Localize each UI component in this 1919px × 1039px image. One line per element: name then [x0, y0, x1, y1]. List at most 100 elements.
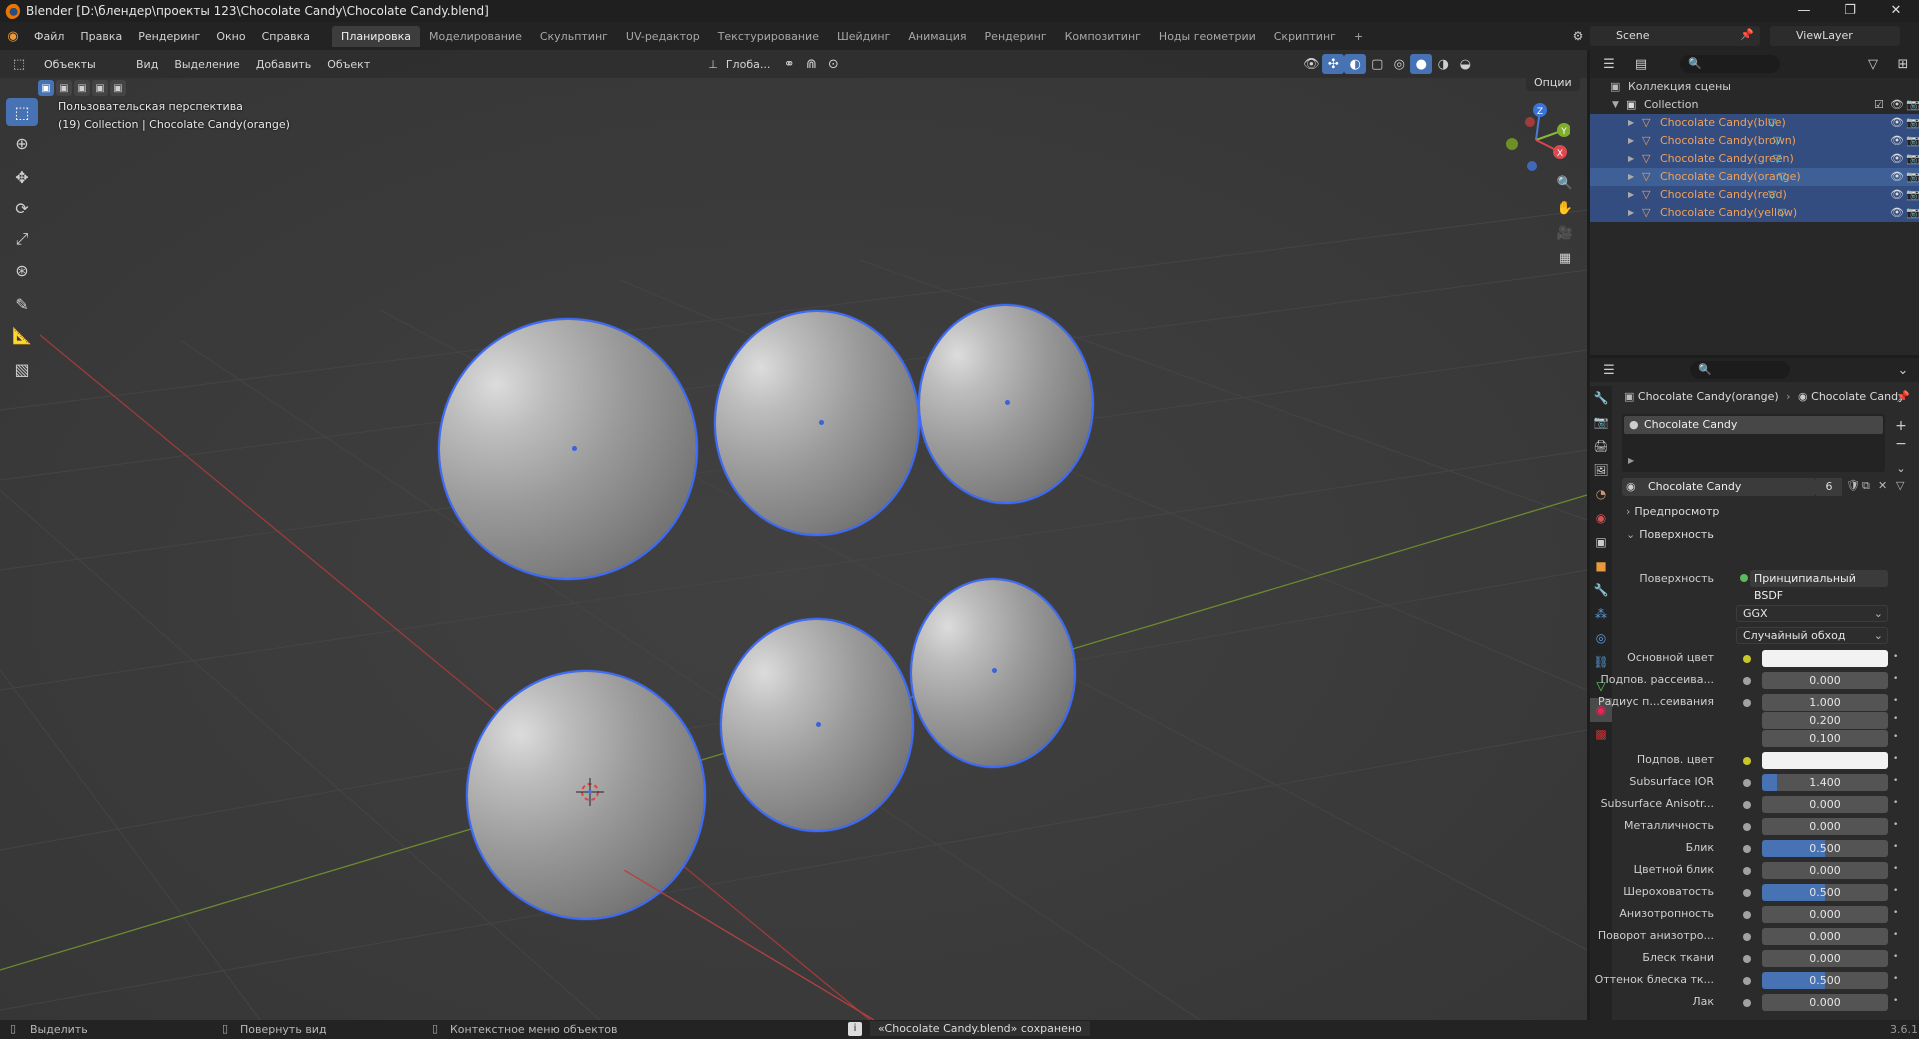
material-shading-icon[interactable]: ◑ — [1432, 54, 1454, 74]
fake-user-shield-icon[interactable]: 🛡 — [1846, 479, 1860, 492]
keyframe-dot-icon[interactable]: • — [1893, 908, 1898, 918]
expand-arrow-icon[interactable]: ▶ — [1628, 132, 1634, 150]
socket-dot-icon[interactable] — [1743, 699, 1751, 707]
viewlayer-selector[interactable]: ViewLayer — [1770, 26, 1900, 46]
number-slider-field[interactable]: 0.000 — [1762, 928, 1888, 945]
properties-search-field[interactable]: 🔍 — [1690, 361, 1790, 379]
tab-uv-editing[interactable]: UV-редактор — [617, 26, 709, 47]
rotate-tool-icon[interactable]: ⟳ — [6, 194, 38, 222]
tab-modeling[interactable]: Моделирование — [420, 26, 531, 47]
outliner-search-field[interactable]: 🔍 — [1680, 55, 1780, 73]
menu-render[interactable]: Рендеринг — [130, 30, 208, 43]
surface-shader-selector[interactable]: Принципиальный BSDF — [1750, 570, 1888, 602]
expand-arrow-icon[interactable]: ▶ — [1628, 150, 1634, 168]
physics-tab-icon[interactable]: ◎ — [1590, 626, 1612, 650]
number-slider-field[interactable]: 0.200 — [1762, 712, 1888, 729]
options-button[interactable]: Опции — [1526, 74, 1580, 91]
tab-scripting[interactable]: Скриптинг — [1265, 26, 1345, 47]
scene-tab-icon[interactable]: ◔ — [1590, 482, 1612, 506]
number-slider-field[interactable]: 0.000 — [1762, 862, 1888, 879]
keyframe-dot-icon[interactable]: • — [1893, 820, 1898, 830]
minimize-button[interactable]: — — [1781, 0, 1827, 22]
keyframe-dot-icon[interactable]: • — [1893, 842, 1898, 852]
menu-edit[interactable]: Правка — [72, 30, 130, 43]
expand-arrow-icon[interactable]: ▼ — [1612, 96, 1619, 114]
keyframe-dot-icon[interactable]: • — [1893, 754, 1898, 764]
socket-dot-icon[interactable] — [1743, 911, 1751, 919]
tab-layout[interactable]: Планировка — [332, 25, 421, 47]
visibility-eye-icon[interactable]: 👁 — [1890, 186, 1904, 204]
overlay-toggle-icon[interactable]: ◐ — [1344, 54, 1367, 74]
render-camera-icon[interactable]: 📷 — [1906, 168, 1919, 186]
socket-dot-icon[interactable] — [1743, 999, 1751, 1007]
select-box-tool-icon[interactable]: ⬚ — [6, 98, 38, 126]
add-cube-tool-icon[interactable]: ▧ — [6, 355, 38, 383]
tab-geometry-nodes[interactable]: Ноды геометрии — [1150, 26, 1265, 47]
number-slider-field[interactable]: 0.000 — [1762, 672, 1888, 689]
number-slider-field[interactable]: 0.000 — [1762, 950, 1888, 967]
close-window-button[interactable]: ✕ — [1873, 0, 1919, 22]
number-slider-field[interactable]: 0.000 — [1762, 906, 1888, 923]
socket-dot-icon[interactable] — [1743, 677, 1751, 685]
camera-view-icon[interactable]: 🎥 — [1552, 222, 1578, 244]
keyframe-dot-icon[interactable]: • — [1893, 674, 1898, 684]
candy-sphere-2[interactable] — [714, 310, 920, 536]
render-camera-icon[interactable]: 📷 — [1906, 186, 1919, 204]
mesh-data-icon[interactable]: ▽ — [1778, 168, 1786, 186]
socket-dot-icon[interactable] — [1743, 955, 1751, 963]
number-slider-field[interactable]: 1.000 — [1762, 694, 1888, 711]
pivot-point-icon[interactable]: ⚭ — [778, 54, 800, 74]
menu-view[interactable]: Вид — [128, 58, 166, 71]
distribution-dropdown[interactable]: GGX ⌄ — [1736, 605, 1888, 622]
keyframe-dot-icon[interactable]: • — [1893, 974, 1898, 984]
menu-help[interactable]: Справка — [254, 30, 318, 43]
menu-window[interactable]: Окно — [208, 30, 253, 43]
keyframe-dot-icon[interactable]: • — [1893, 696, 1898, 706]
socket-dot-icon[interactable] — [1743, 889, 1751, 897]
menu-object[interactable]: Объект — [319, 58, 378, 71]
number-slider-field[interactable]: 0.000 — [1762, 994, 1888, 1011]
solid-shading-icon[interactable]: ● — [1410, 54, 1433, 74]
material-slot-item[interactable]: ● Chocolate Candy — [1624, 416, 1883, 434]
properties-editor-type-icon[interactable]: ☰ — [1598, 360, 1620, 380]
number-slider-field[interactable]: 0.000 — [1762, 818, 1888, 835]
outliner-row-object[interactable]: ▶ ▽ Chocolate Candy(brown) ▽ 👁 📷 — [1590, 132, 1919, 150]
material-datablock-field[interactable]: ◉ Chocolate Candy — [1622, 478, 1816, 496]
mesh-data-icon[interactable]: ▽ — [1773, 132, 1781, 150]
render-camera-icon[interactable]: 📷 — [1906, 96, 1919, 114]
keyframe-dot-icon[interactable]: • — [1893, 776, 1898, 786]
scale-tool-icon[interactable]: ⤢ — [6, 225, 38, 253]
snap-icon[interactable]: ⋒ — [800, 54, 822, 74]
keyframe-dot-icon[interactable]: • — [1893, 864, 1898, 874]
display-mode-icon[interactable]: ▤ — [1630, 54, 1652, 74]
mesh-data-icon[interactable]: ▽ — [1778, 204, 1786, 222]
socket-dot-icon[interactable] — [1743, 757, 1751, 765]
pin-icon[interactable]: 📌 — [1740, 28, 1754, 41]
socket-dot-icon[interactable] — [1743, 655, 1751, 663]
expand-arrow-icon[interactable]: ▶ — [1628, 186, 1634, 204]
number-slider-field[interactable]: 0.500 — [1762, 884, 1888, 901]
select-new-icon[interactable]: ▣ — [38, 80, 54, 96]
expand-arrow-icon[interactable]: ▶ — [1628, 114, 1634, 132]
material-link-icon[interactable]: ▽ — [1896, 479, 1904, 492]
tab-compositing[interactable]: Композитинг — [1056, 26, 1150, 47]
collection-tab-icon[interactable]: ▣ — [1590, 530, 1612, 554]
keyframe-dot-icon[interactable]: • — [1893, 886, 1898, 896]
tab-rendering[interactable]: Рендеринг — [976, 26, 1056, 47]
render-camera-icon[interactable]: 📷 — [1906, 204, 1919, 222]
unlink-material-icon[interactable]: ✕ — [1878, 479, 1887, 492]
zoom-icon[interactable]: 🔍 — [1552, 172, 1578, 194]
outliner-row-scene-collection[interactable]: ▣ Коллекция сцены — [1590, 78, 1919, 96]
material-users-count[interactable]: 6 — [1816, 478, 1842, 496]
remove-slot-button[interactable]: − — [1890, 434, 1912, 454]
visibility-eye-icon[interactable]: 👁 — [1890, 96, 1904, 114]
editor-type-icon[interactable]: ⬚ — [8, 54, 30, 74]
particles-tab-icon[interactable]: ⁂ — [1590, 602, 1612, 626]
transform-tool-icon[interactable]: ⊛ — [6, 256, 38, 284]
keyframe-dot-icon[interactable]: • — [1893, 652, 1898, 662]
candy-sphere-6[interactable] — [910, 578, 1076, 768]
color-swatch-field[interactable] — [1762, 650, 1888, 667]
visibility-eye-icon[interactable]: 👁 — [1890, 204, 1904, 222]
rendered-shading-icon[interactable]: ◒ — [1454, 54, 1476, 74]
candy-sphere-1[interactable] — [438, 318, 698, 580]
